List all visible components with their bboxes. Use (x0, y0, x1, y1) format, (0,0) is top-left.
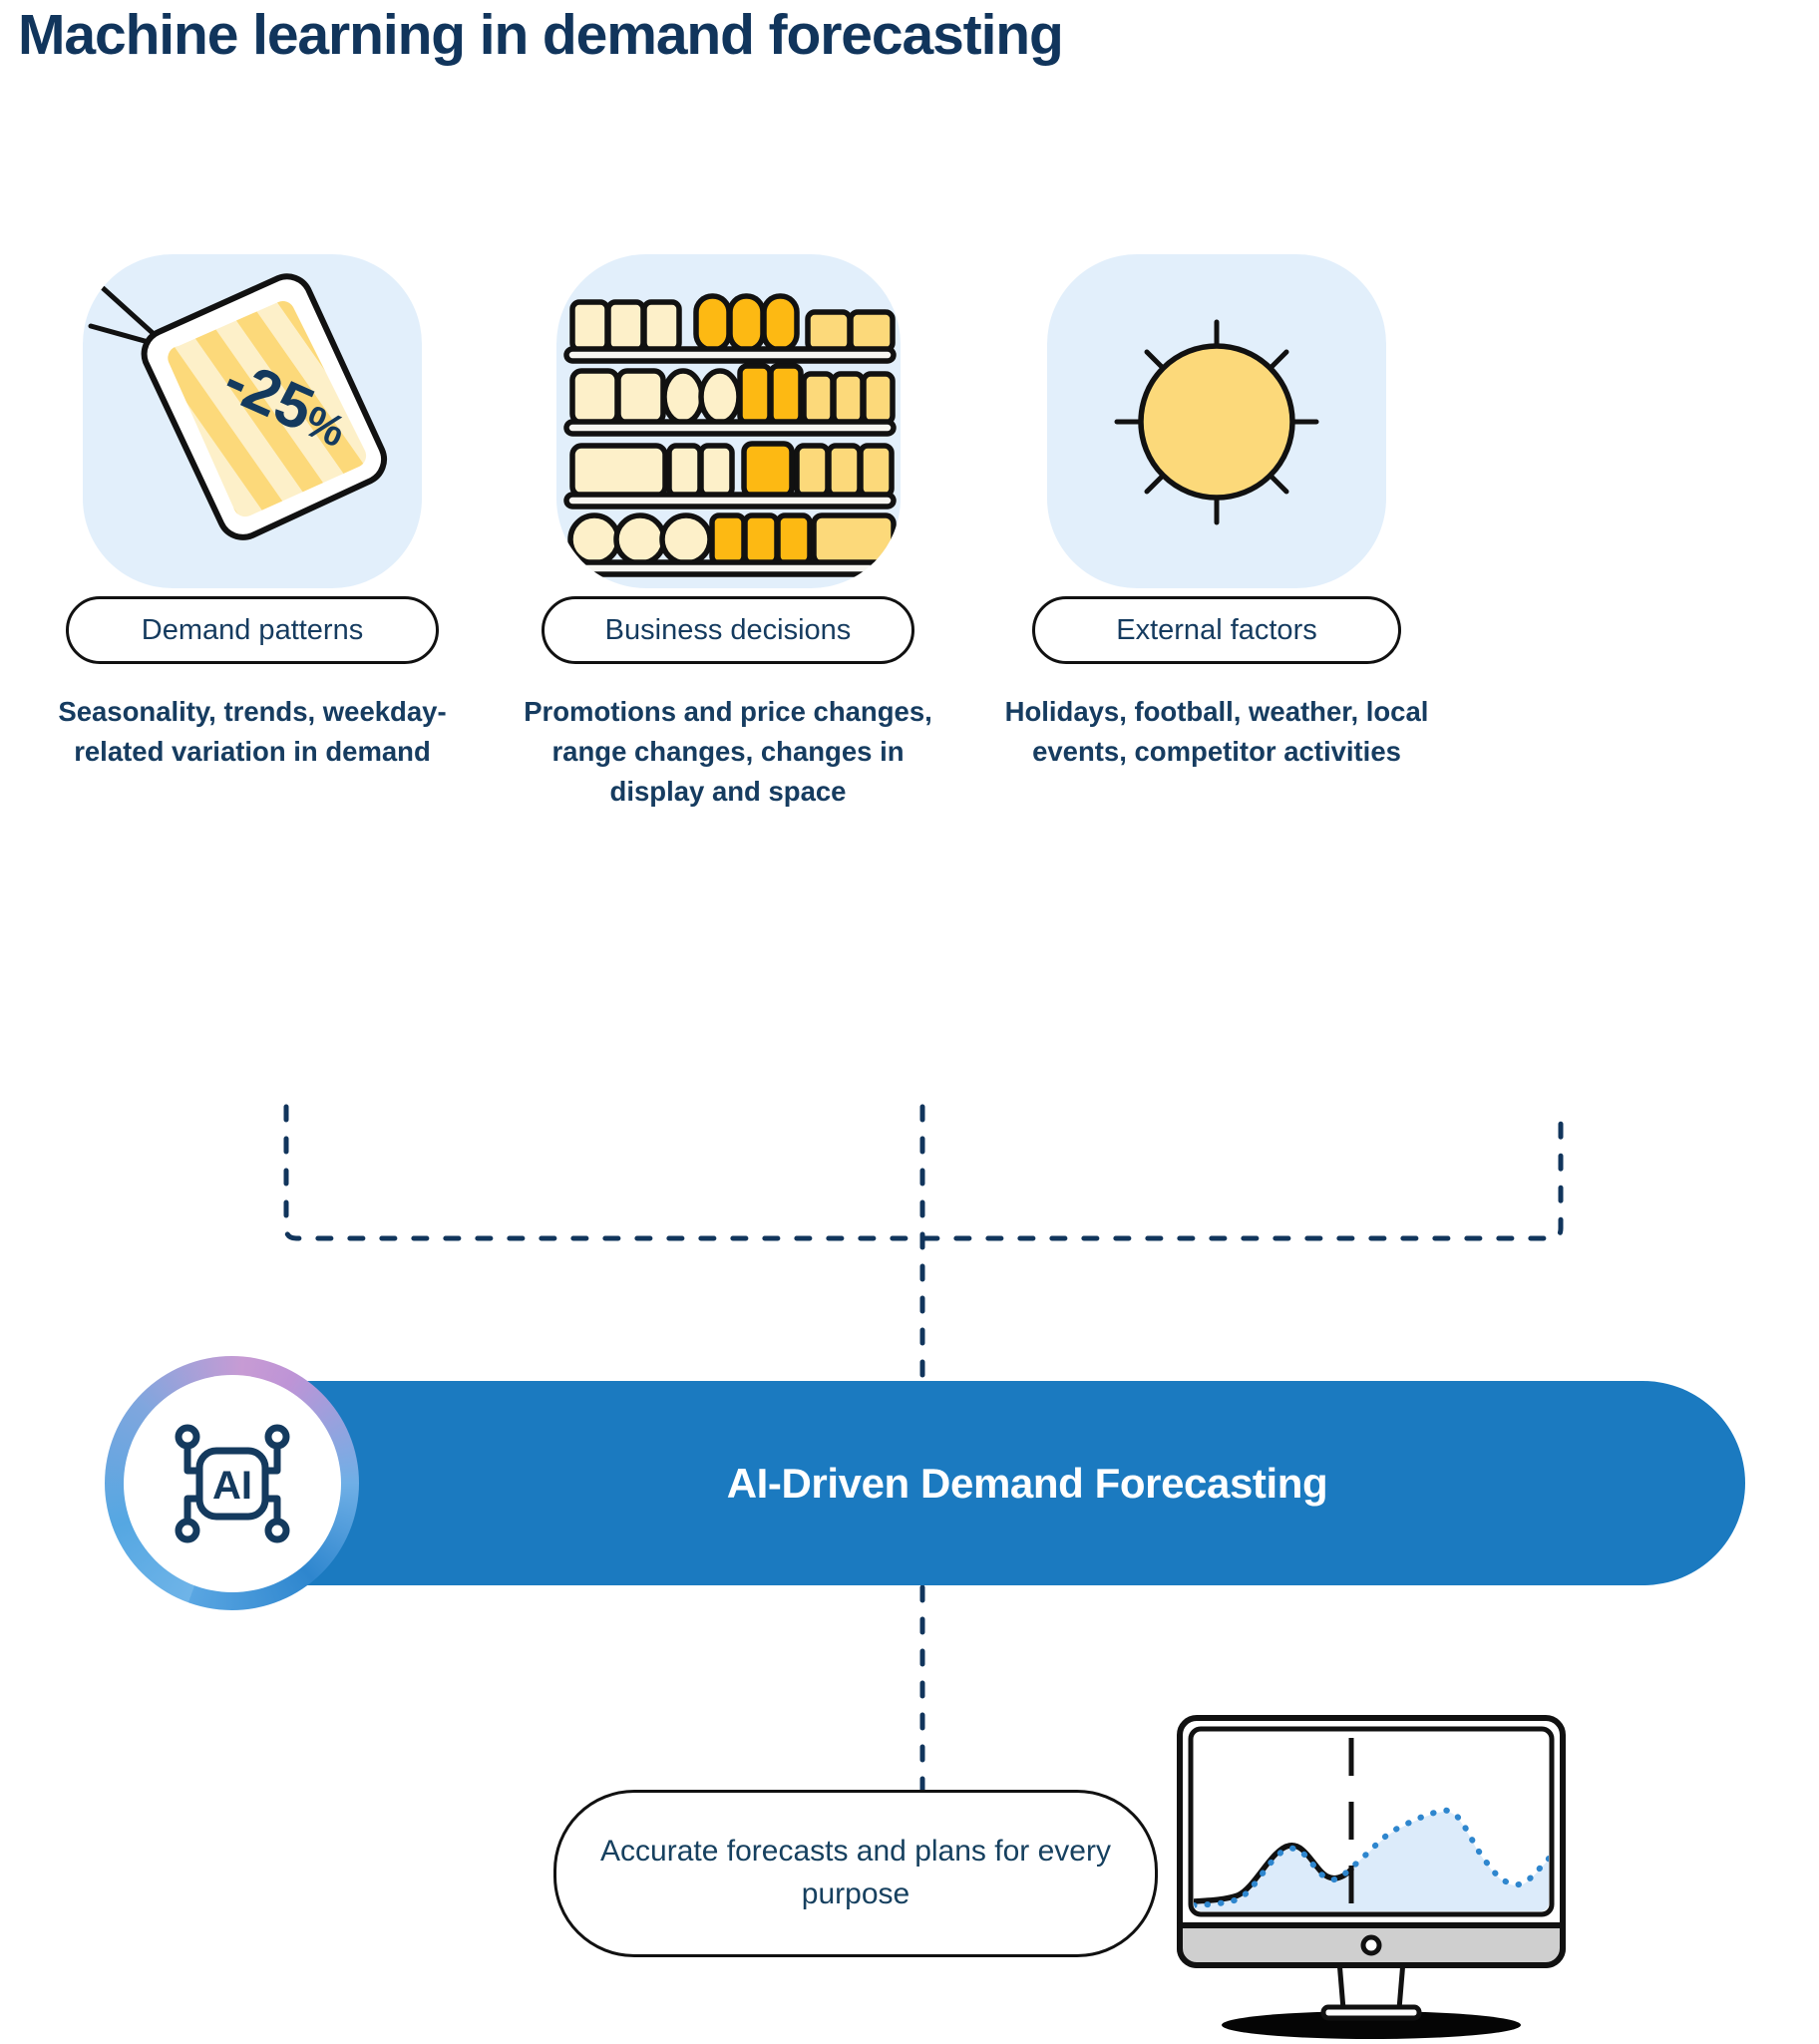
ai-badge-label: AI (212, 1464, 252, 1508)
pill-business-decisions[interactable]: Business decisions (542, 596, 914, 664)
description-business-decisions: Promotions and price changes, range chan… (524, 696, 932, 807)
price-tag-icon: -25% (83, 254, 422, 588)
pill-label: Demand patterns (141, 613, 364, 646)
outcome-label: Accurate forecasts and plans for every p… (600, 1835, 1111, 1910)
desktop-monitor-icon (1172, 1710, 1571, 2039)
ai-chip-icon: AI (105, 1356, 359, 1610)
description-demand-patterns: Seasonality, trends, weekday-related var… (58, 696, 447, 767)
sun-icon (1047, 254, 1386, 588)
banner-label: AI-Driven Demand Forecasting (726, 1459, 1328, 1507)
pill-label: Business decisions (604, 613, 852, 646)
pill-demand-patterns[interactable]: Demand patterns (66, 596, 439, 664)
pill-external-factors[interactable]: External factors (1032, 596, 1401, 664)
infographic-root: Machine learning in demand forecasting -… (0, 0, 1819, 2040)
outcome-pill[interactable]: Accurate forecasts and plans for every p… (553, 1790, 1158, 1957)
column-external-factors: External factors Holidays, football, wea… (982, 254, 1451, 772)
page-title: Machine learning in demand forecasting (18, 3, 1064, 67)
column-business-decisions: Business decisions Promotions and price … (494, 254, 962, 812)
column-demand-patterns: -25% Demand patterns Seasonality, trends… (18, 254, 487, 772)
ai-forecasting-banner[interactable]: AI-Driven Demand Forecasting (180, 1381, 1745, 1585)
pill-label: External factors (1116, 613, 1317, 646)
description-external-factors: Holidays, football, weather, local event… (1004, 696, 1429, 767)
shelf-products-icon (555, 254, 901, 588)
